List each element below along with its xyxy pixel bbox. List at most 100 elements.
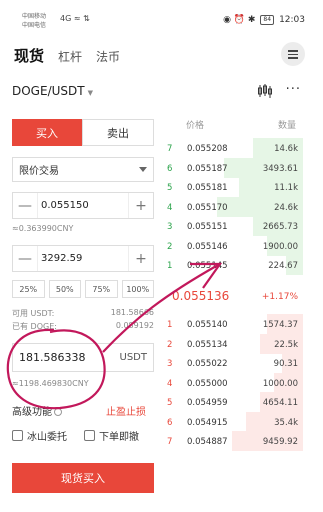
available-usdt: 可用 USDT: 181.58666 bbox=[12, 308, 154, 319]
available-usdt-label: 可用 USDT: bbox=[12, 309, 55, 318]
menu-icon[interactable] bbox=[281, 42, 305, 66]
signal-icons: 4G ≈ ⇅ bbox=[60, 14, 90, 23]
level-qty: 35.4k bbox=[274, 417, 298, 428]
total-unit: USDT bbox=[119, 352, 147, 363]
buy-tab[interactable]: 买入 bbox=[12, 119, 82, 146]
tab-spot[interactable]: 现货 bbox=[14, 45, 44, 66]
clock: 12:03 bbox=[279, 15, 305, 25]
bid-row[interactable]: 1 0.055140 1574.37 bbox=[160, 314, 303, 334]
level-index: 4 bbox=[167, 202, 173, 213]
more-icon[interactable]: ··· bbox=[286, 82, 301, 97]
available-doge: 已有 DOGE: 0.089192 bbox=[12, 321, 154, 332]
level-price: 0.054887 bbox=[187, 437, 228, 447]
total-value: 181.586338 bbox=[19, 351, 86, 364]
pair-selector[interactable]: DOGE/USDT ▼ bbox=[12, 84, 93, 98]
level-index: 5 bbox=[167, 398, 173, 408]
level-price: 0.055145 bbox=[187, 261, 228, 271]
level-qty: 4654.11 bbox=[262, 398, 298, 408]
level-index: 2 bbox=[167, 339, 173, 350]
ask-row[interactable]: 2 0.055146 1900.00 bbox=[160, 235, 303, 256]
bid-row[interactable]: 5 0.054959 4654.11 bbox=[160, 392, 303, 412]
carrier-1: 中国移动 bbox=[22, 13, 47, 20]
price-minus-button[interactable]: — bbox=[13, 198, 37, 214]
sell-tab[interactable]: 卖出 bbox=[82, 119, 154, 146]
level-price: 0.055187 bbox=[187, 163, 228, 174]
level-index: 6 bbox=[167, 163, 173, 174]
iceberg-checkbox[interactable]: 冰山委托 bbox=[12, 428, 67, 443]
level-index: 7 bbox=[167, 144, 173, 154]
level-price: 0.055151 bbox=[187, 222, 228, 232]
price-plus-button[interactable]: + bbox=[129, 198, 153, 214]
level-price: 0.054915 bbox=[187, 417, 228, 428]
level-qty: 14.6k bbox=[274, 144, 298, 154]
level-index: 6 bbox=[167, 417, 173, 428]
level-qty: 11.1k bbox=[274, 183, 298, 193]
bid-row[interactable]: 4 0.055000 1000.00 bbox=[160, 372, 303, 393]
amount-input[interactable]: 3292.59 bbox=[37, 246, 129, 271]
fok-checkbox[interactable]: 下单即撤 bbox=[84, 428, 139, 443]
ask-row[interactable]: 1 0.055145 224.67 bbox=[160, 255, 303, 275]
price-cny: ≈0.363990CNY bbox=[12, 224, 74, 233]
amount-minus-button[interactable]: — bbox=[13, 251, 37, 267]
bid-row[interactable]: 6 0.054915 35.4k bbox=[160, 411, 303, 432]
price-input[interactable]: 0.055150 bbox=[37, 193, 129, 218]
price-stepper: — 0.055150 + bbox=[12, 192, 154, 219]
level-price: 0.054959 bbox=[187, 398, 228, 408]
level-qty: 9459.92 bbox=[262, 437, 298, 447]
stop-loss-link[interactable]: 止盈止损 bbox=[106, 403, 146, 418]
spot-buy-button[interactable]: 现货买入 bbox=[12, 463, 154, 493]
percent-buttons: 25% 50% 75% 100% bbox=[12, 280, 154, 298]
available-doge-label: 已有 DOGE: bbox=[12, 322, 57, 331]
ask-row[interactable]: 4 0.055170 24.6k bbox=[160, 196, 303, 217]
ask-row[interactable]: 6 0.055187 3493.61 bbox=[160, 157, 303, 178]
tab-margin[interactable]: 杠杆 bbox=[58, 48, 82, 65]
iceberg-label: 冰山委托 bbox=[27, 432, 67, 443]
dropdown-arrow-icon bbox=[139, 167, 147, 172]
level-index: 5 bbox=[167, 183, 173, 193]
battery-icon: 84 bbox=[260, 15, 275, 25]
percent-25-button[interactable]: 25% bbox=[12, 280, 45, 298]
available-usdt-value: 181.58666 bbox=[110, 308, 154, 317]
level-index: 1 bbox=[167, 320, 173, 330]
ask-row[interactable]: 3 0.055151 2665.73 bbox=[160, 216, 303, 236]
amount-stepper: — 3292.59 + bbox=[12, 245, 154, 272]
level-price: 0.055140 bbox=[187, 320, 228, 330]
candlestick-chart-icon[interactable] bbox=[257, 84, 273, 102]
level-qty: 90.31 bbox=[273, 359, 298, 369]
order-type-select[interactable]: 限价交易 bbox=[12, 157, 154, 182]
bid-row[interactable]: 2 0.055134 22.5k bbox=[160, 333, 303, 354]
bid-row[interactable]: 7 0.054887 9459.92 bbox=[160, 431, 303, 451]
level-index: 3 bbox=[167, 222, 173, 232]
price-change: +1.17% bbox=[261, 292, 298, 302]
ask-row[interactable]: 5 0.055181 11.1k bbox=[160, 177, 303, 197]
price-header: 价格 bbox=[186, 121, 205, 131]
level-qty: 24.6k bbox=[274, 202, 298, 213]
level-qty: 22.5k bbox=[274, 339, 298, 350]
total-field[interactable]: 181.586338 USDT bbox=[12, 343, 154, 372]
percent-75-button[interactable]: 75% bbox=[85, 280, 118, 298]
level-price: 0.055000 bbox=[187, 378, 228, 389]
level-qty: 1000.00 bbox=[262, 378, 298, 389]
percent-50-button[interactable]: 50% bbox=[48, 280, 81, 298]
amount-plus-button[interactable]: + bbox=[129, 251, 153, 267]
level-index: 3 bbox=[167, 359, 173, 369]
advanced-features[interactable]: 高级功能 bbox=[12, 403, 62, 418]
level-index: 2 bbox=[167, 241, 173, 252]
buy-sell-toggle: 买入 卖出 bbox=[12, 119, 154, 146]
level-price: 0.055181 bbox=[187, 183, 228, 193]
ask-row[interactable]: 7 0.055208 14.6k bbox=[160, 138, 303, 158]
level-price: 0.055022 bbox=[187, 359, 228, 369]
level-qty: 2665.73 bbox=[262, 222, 298, 232]
level-index: 7 bbox=[167, 437, 173, 447]
tab-fiat[interactable]: 法币 bbox=[96, 48, 120, 65]
advanced-label: 高级功能 bbox=[12, 407, 52, 418]
level-price: 0.055146 bbox=[187, 241, 228, 252]
status-icons: ◉ ⏰ ✱ bbox=[223, 15, 256, 25]
percent-100-button[interactable]: 100% bbox=[121, 280, 154, 298]
info-icon bbox=[54, 408, 62, 416]
checkbox-icon bbox=[12, 430, 23, 441]
order-type-value: 限价交易 bbox=[19, 166, 59, 177]
status-right: ◉ ⏰ ✱ 84 12:03 bbox=[223, 15, 305, 25]
bid-row[interactable]: 3 0.055022 90.31 bbox=[160, 353, 303, 373]
last-price: 0.055136 bbox=[172, 289, 230, 303]
